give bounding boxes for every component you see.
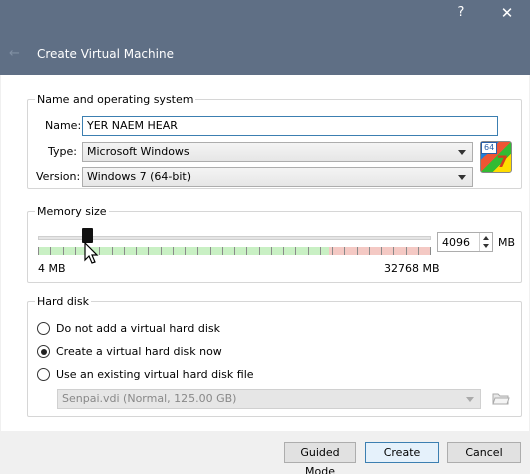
hard-disk-group: Hard disk Do not add a virtual hard disk… (27, 295, 522, 417)
help-button[interactable]: ? (451, 5, 471, 20)
version-select[interactable]: Windows 7 (64-bit) (82, 167, 473, 187)
slider-tick (148, 247, 149, 255)
chevron-down-icon (458, 175, 466, 180)
radio-create-disk-label[interactable]: Create a virtual hard disk now (56, 345, 222, 358)
memory-min-label: 4 MB (38, 262, 66, 275)
spin-down-icon[interactable] (483, 244, 489, 248)
slider-tick (406, 247, 407, 255)
guided-mode-button[interactable]: Guided Mode (284, 442, 356, 474)
slider-tick (283, 247, 284, 255)
slider-tick (185, 247, 186, 255)
memory-max-label: 32768 MB (384, 262, 440, 275)
dialog-footer: Guided Mode Create Cancel (0, 431, 530, 474)
slider-tick (381, 247, 382, 255)
slider-tick (124, 247, 125, 255)
slider-tick (369, 247, 370, 255)
memory-spin-buttons[interactable] (479, 233, 492, 251)
version-select-value: Windows 7 (64-bit) (87, 170, 191, 183)
radio-existing-disk[interactable] (37, 368, 50, 381)
os-icon-version: 7 (496, 152, 508, 171)
type-label: Type: (48, 145, 77, 158)
memory-value: 4096 (442, 236, 470, 249)
slider-tick (63, 247, 64, 255)
type-select[interactable]: Microsoft Windows (82, 142, 473, 162)
slider-tick (136, 247, 137, 255)
window-title: Create Virtual Machine (37, 47, 174, 61)
name-label: Name: (45, 119, 82, 132)
hard-disk-legend: Hard disk (35, 295, 91, 308)
memory-safe-zone (38, 247, 329, 255)
slider-tick (234, 247, 235, 255)
slider-tick (332, 247, 333, 255)
create-button[interactable]: Create (365, 442, 439, 463)
slider-tick (197, 247, 198, 255)
existing-disk-value: Senpai.vdi (Normal, 125.00 GB) (62, 392, 237, 405)
slider-tick (295, 247, 296, 255)
slider-tick (210, 247, 211, 255)
version-label: Version: (36, 170, 81, 183)
cancel-button[interactable]: Cancel (447, 442, 521, 463)
name-os-legend: Name and operating system (35, 93, 196, 106)
memory-slider-thumb[interactable] (82, 228, 93, 243)
slider-tick (418, 247, 419, 255)
folder-icon (491, 390, 511, 408)
slider-tick (259, 247, 260, 255)
mouse-cursor-icon (84, 242, 99, 264)
title-bar: ? ✕ ← Create Virtual Machine (0, 0, 530, 75)
memory-legend: Memory size (35, 205, 109, 218)
radio-existing-disk-label[interactable]: Use an existing virtual hard disk file (56, 368, 254, 381)
back-arrow-icon[interactable]: ← (9, 46, 20, 61)
chevron-down-icon (466, 397, 474, 402)
memory-unit: MB (498, 236, 516, 249)
slider-tick (75, 247, 76, 255)
slider-tick (112, 247, 113, 255)
slider-tick (320, 247, 321, 255)
radio-no-disk-label[interactable]: Do not add a virtual hard disk (56, 322, 220, 335)
slider-tick (357, 247, 358, 255)
slider-tick (246, 247, 247, 255)
slider-tick (173, 247, 174, 255)
slider-tick (38, 247, 39, 255)
slider-tick (393, 247, 394, 255)
name-input[interactable]: YER NAEM HEAR (82, 116, 498, 136)
close-button[interactable]: ✕ (496, 4, 518, 22)
slider-tick (430, 247, 431, 255)
dialog-content: Name and operating system Name: YER NAEM… (1, 75, 529, 431)
slider-tick (344, 247, 345, 255)
slider-tick (222, 247, 223, 255)
slider-tick (161, 247, 162, 255)
radio-no-disk[interactable] (37, 322, 50, 335)
windows-7-64bit-icon: 64 7 (480, 141, 512, 173)
type-select-value: Microsoft Windows (87, 145, 190, 158)
slider-tick (50, 247, 51, 255)
name-os-group: Name and operating system Name: YER NAEM… (27, 93, 522, 189)
radio-create-disk[interactable] (37, 345, 50, 358)
slider-tick (271, 247, 272, 255)
folder-open-icon (492, 393, 510, 405)
spin-up-icon[interactable] (483, 236, 489, 240)
memory-group: Memory size 4 MB 32768 MB 4096 MB (27, 205, 522, 283)
memory-slider-track[interactable] (38, 236, 431, 240)
slider-tick (308, 247, 309, 255)
existing-disk-select: Senpai.vdi (Normal, 125.00 GB) (57, 389, 481, 409)
os-icon-badge: 64 (481, 142, 498, 154)
memory-spinbox[interactable]: 4096 (437, 232, 493, 252)
chevron-down-icon (458, 150, 466, 155)
